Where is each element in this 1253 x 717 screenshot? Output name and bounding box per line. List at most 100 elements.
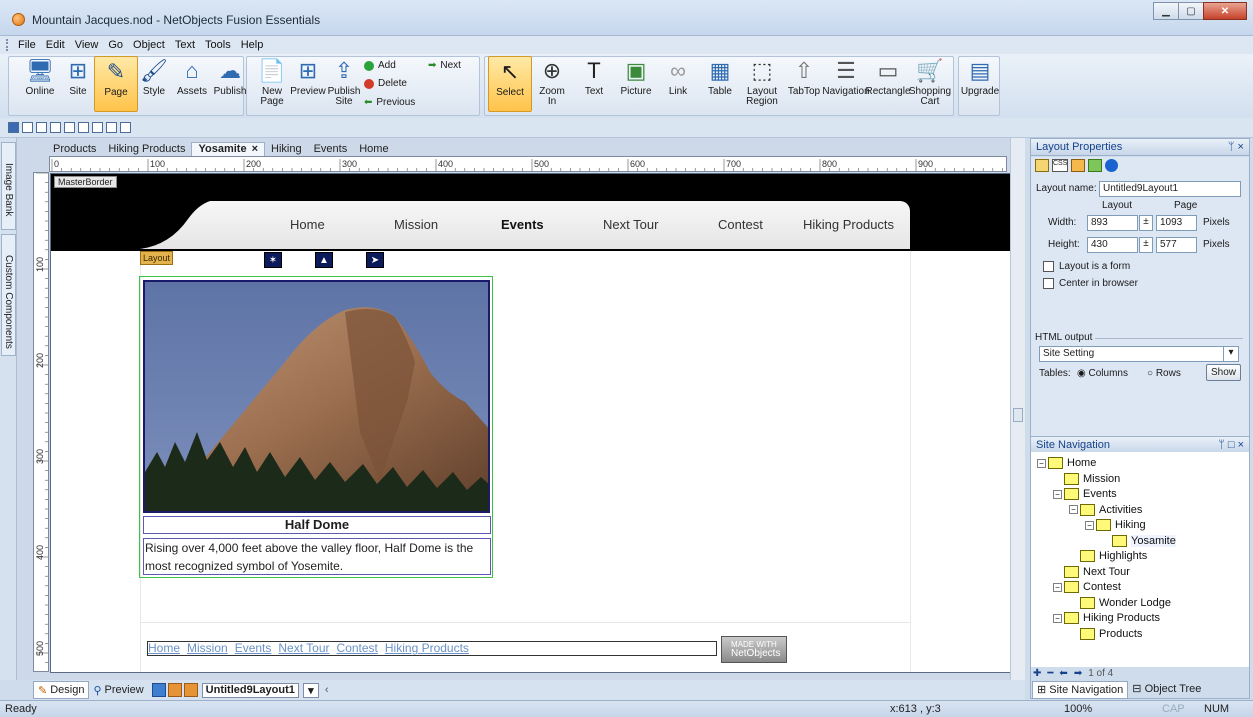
collapse-icon[interactable]: − [1085, 520, 1094, 530]
description-text-box[interactable]: Rising over 4,000 feet above the valley … [143, 538, 491, 575]
nav-item-home[interactable]: Home [290, 217, 325, 232]
width-page-field[interactable]: 1093 [1156, 215, 1197, 231]
css-icon[interactable]: CSS [1052, 159, 1068, 172]
layout-region-button[interactable]: ⬚ Layout Region [740, 56, 784, 112]
layout-select[interactable]: Untitled9Layout1 [201, 682, 299, 698]
magic-wand-icon[interactable]: ✶ [264, 252, 282, 268]
panel-pin-close-icon[interactable]: ᛘ □ × [1218, 439, 1244, 451]
half-dome-picture[interactable] [143, 280, 490, 513]
layout-grid-icon[interactable] [183, 683, 198, 697]
table-button[interactable]: ▦ Table [698, 56, 742, 112]
show-button[interactable]: Show [1206, 364, 1242, 381]
publish-site-button[interactable]: ⇪ Publish Site [322, 56, 366, 112]
close-tab-icon[interactable]: × [252, 143, 258, 155]
tree-node[interactable]: − Hiking Products [1053, 611, 1160, 625]
zoom-in-button[interactable]: ⊕ Zoom In [530, 56, 574, 112]
script-icon[interactable] [1071, 159, 1085, 172]
menu-view[interactable]: View [70, 39, 104, 51]
menu-object[interactable]: Object [128, 39, 170, 51]
tree-node[interactable]: Mission [1053, 472, 1120, 486]
scroll-thumb[interactable] [1013, 408, 1023, 422]
link-button[interactable]: ∞ Link [656, 56, 700, 112]
form-tool-icon[interactable] [120, 122, 131, 133]
minimize-button[interactable]: ▁ [1153, 2, 1179, 20]
tree-node[interactable]: − Contest [1053, 580, 1121, 594]
scroll-left-icon[interactable]: ‹ [325, 684, 329, 696]
tree-node[interactable]: Yosamite [1101, 534, 1176, 548]
columns-radio[interactable]: ◉ Columns [1077, 368, 1128, 379]
delete-command[interactable]: Delete [364, 78, 407, 89]
tree-node[interactable]: − Activities [1069, 503, 1142, 517]
tree-node[interactable]: − Home [1037, 456, 1096, 470]
tree-node[interactable]: Products [1069, 627, 1142, 641]
arrow-icon[interactable]: ➤ [366, 252, 384, 268]
footer-link-home[interactable]: Home [148, 642, 180, 655]
doc-tab-home[interactable]: Home [353, 143, 394, 155]
tree-node[interactable]: Next Tour [1053, 565, 1130, 579]
navigation-button[interactable]: ☰ Navigation [822, 56, 869, 112]
menu-go[interactable]: Go [103, 39, 128, 51]
html-output-dropdown[interactable]: ▾ [1223, 346, 1239, 362]
nav-item-hiking-products[interactable]: Hiking Products [803, 217, 894, 232]
design-view-tab[interactable]: ✎ Design [33, 681, 90, 699]
combo-tool-icon[interactable] [92, 122, 103, 133]
object-tree-tab[interactable]: ⊟ Object Tree [1128, 681, 1205, 699]
nav-item-mission[interactable]: Mission [394, 217, 438, 232]
publish-button[interactable]: ☁ Publish [208, 56, 252, 112]
menu-tools[interactable]: Tools [200, 39, 236, 51]
picture-button[interactable]: ▣ Picture [614, 56, 658, 112]
layout-name-field[interactable]: Untitled9Layout1 [1099, 181, 1241, 197]
select-button[interactable]: ↖ Select [488, 56, 532, 112]
list-tool-icon[interactable] [106, 122, 117, 133]
tabtop-button[interactable]: ⇧ TabTop [782, 56, 826, 112]
mountain-icon[interactable]: ▲ [315, 252, 333, 268]
collapse-icon[interactable]: − [1053, 489, 1062, 499]
layout-new-icon[interactable] [167, 683, 182, 697]
nav-item-contest[interactable]: Contest [718, 217, 763, 232]
layout-tag[interactable]: Layout [140, 251, 174, 265]
width-layout-field[interactable]: 893 [1087, 215, 1138, 231]
previous-command[interactable]: ⬅ Previous [364, 97, 415, 108]
custom-components-tab[interactable]: Custom Components [1, 234, 16, 356]
next-command[interactable]: ➡ Next [428, 60, 461, 71]
layout-props-icon[interactable] [1035, 159, 1049, 172]
doc-tab-hiking-products[interactable]: Hiking Products [102, 143, 191, 155]
height-layout-field[interactable]: 430 [1087, 237, 1138, 253]
upgrade-button[interactable]: ▤ Upgrade [958, 56, 1002, 112]
button-tool-icon[interactable] [78, 122, 89, 133]
checkbox-tool-icon[interactable] [22, 122, 33, 133]
collapse-icon[interactable]: − [1037, 458, 1046, 468]
play-icon[interactable] [1105, 159, 1118, 172]
menu-text[interactable]: Text [170, 39, 200, 51]
doc-tab-events[interactable]: Events [308, 143, 354, 155]
text-button[interactable]: T Text [572, 56, 616, 112]
height-spinner[interactable]: ± [1139, 237, 1153, 253]
center-in-browser-checkbox[interactable] [1043, 278, 1054, 289]
footer-link-contest[interactable]: Contest [337, 642, 378, 655]
line-icon[interactable] [8, 122, 19, 133]
menu-file[interactable]: File [13, 39, 41, 51]
shopping-cart-button[interactable]: 🛒 Shopping Cart [908, 56, 952, 112]
collapse-icon[interactable]: − [1053, 613, 1062, 623]
rectangle-button[interactable]: ▭ Rectangle [865, 56, 910, 112]
rows-radio[interactable]: ○ Rows [1147, 368, 1181, 379]
image-bank-tab[interactable]: Image Bank [1, 142, 16, 230]
add-node-icon[interactable]: ✚ [1033, 668, 1041, 679]
footer-link-events[interactable]: Events [235, 642, 272, 655]
next-node-icon[interactable]: ➡ [1074, 668, 1082, 679]
nav-item-next-tour[interactable]: Next Tour [603, 217, 658, 232]
tree-node[interactable]: Wonder Lodge [1069, 596, 1171, 610]
maximize-button[interactable]: ▢ [1178, 2, 1204, 20]
collapse-icon[interactable]: − [1069, 505, 1078, 514]
layout-is-form-checkbox[interactable] [1043, 261, 1054, 272]
tree-node[interactable]: − Events [1053, 487, 1117, 501]
doc-tab-products[interactable]: Products [47, 143, 102, 155]
width-spinner[interactable]: ± [1139, 215, 1153, 231]
add-command[interactable]: Add [364, 60, 396, 71]
collapse-icon[interactable]: − [1053, 582, 1062, 592]
footer-text-links[interactable]: Home Mission Events Next Tour Contest Hiking … [147, 641, 717, 656]
caption-text-box[interactable]: Half Dome [143, 516, 491, 534]
layout-icon[interactable] [151, 683, 166, 697]
transition-icon[interactable] [1088, 159, 1102, 172]
textbox-tool-icon[interactable] [50, 122, 61, 133]
